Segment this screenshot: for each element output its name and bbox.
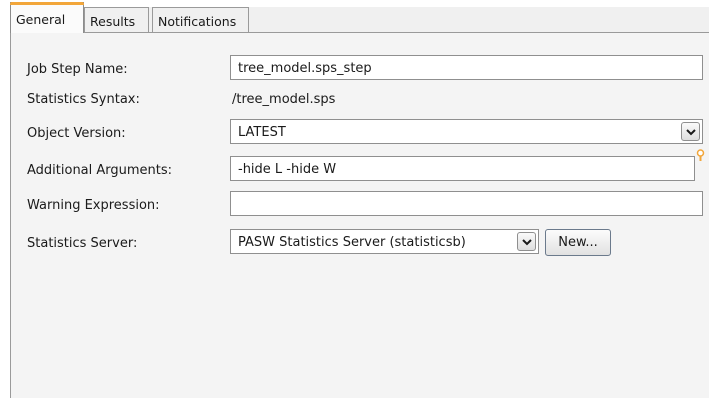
tab-general-label: General <box>16 12 66 27</box>
warning-expression-input[interactable] <box>230 191 703 216</box>
statistics-server-dropdown-button[interactable] <box>517 232 536 251</box>
additional-arguments-input[interactable]: -hide L -hide W <box>230 156 695 181</box>
tab-notifications[interactable]: Notifications <box>152 7 249 32</box>
statistics-server-label: Statistics Server: <box>27 236 138 251</box>
chevron-down-icon <box>686 129 696 136</box>
new-server-button[interactable]: New... <box>545 229 611 256</box>
job-step-name-value: tree_model.sps_step <box>238 61 372 76</box>
tab-results-label: Results <box>90 14 136 29</box>
tab-general[interactable]: General <box>10 2 84 33</box>
additional-arguments-label: Additional Arguments: <box>27 163 173 178</box>
object-version-label: Object Version: <box>27 126 126 141</box>
tab-results[interactable]: Results <box>84 7 149 32</box>
tab-strip: General Results Notifications <box>0 0 709 33</box>
job-step-name-label: Job Step Name: <box>27 62 128 77</box>
new-server-button-label: New... <box>558 235 598 250</box>
object-version-dropdown-button[interactable] <box>681 122 700 141</box>
chevron-down-icon <box>522 239 532 246</box>
statistics-server-select[interactable]: PASW Statistics Server (statisticsb) <box>230 229 539 254</box>
statistics-syntax-label: Statistics Syntax: <box>27 92 140 107</box>
job-step-name-input[interactable]: tree_model.sps_step <box>230 55 703 80</box>
warning-expression-label: Warning Expression: <box>27 198 160 213</box>
statistics-syntax-value: /tree_model.sps <box>232 92 336 107</box>
tab-notifications-label: Notifications <box>158 14 237 29</box>
object-version-value: LATEST <box>238 125 286 140</box>
statistics-server-value: PASW Statistics Server (statisticsb) <box>238 235 466 250</box>
object-version-select[interactable]: LATEST <box>230 119 703 144</box>
additional-arguments-value: -hide L -hide W <box>238 162 337 177</box>
warning-icon <box>696 149 705 161</box>
